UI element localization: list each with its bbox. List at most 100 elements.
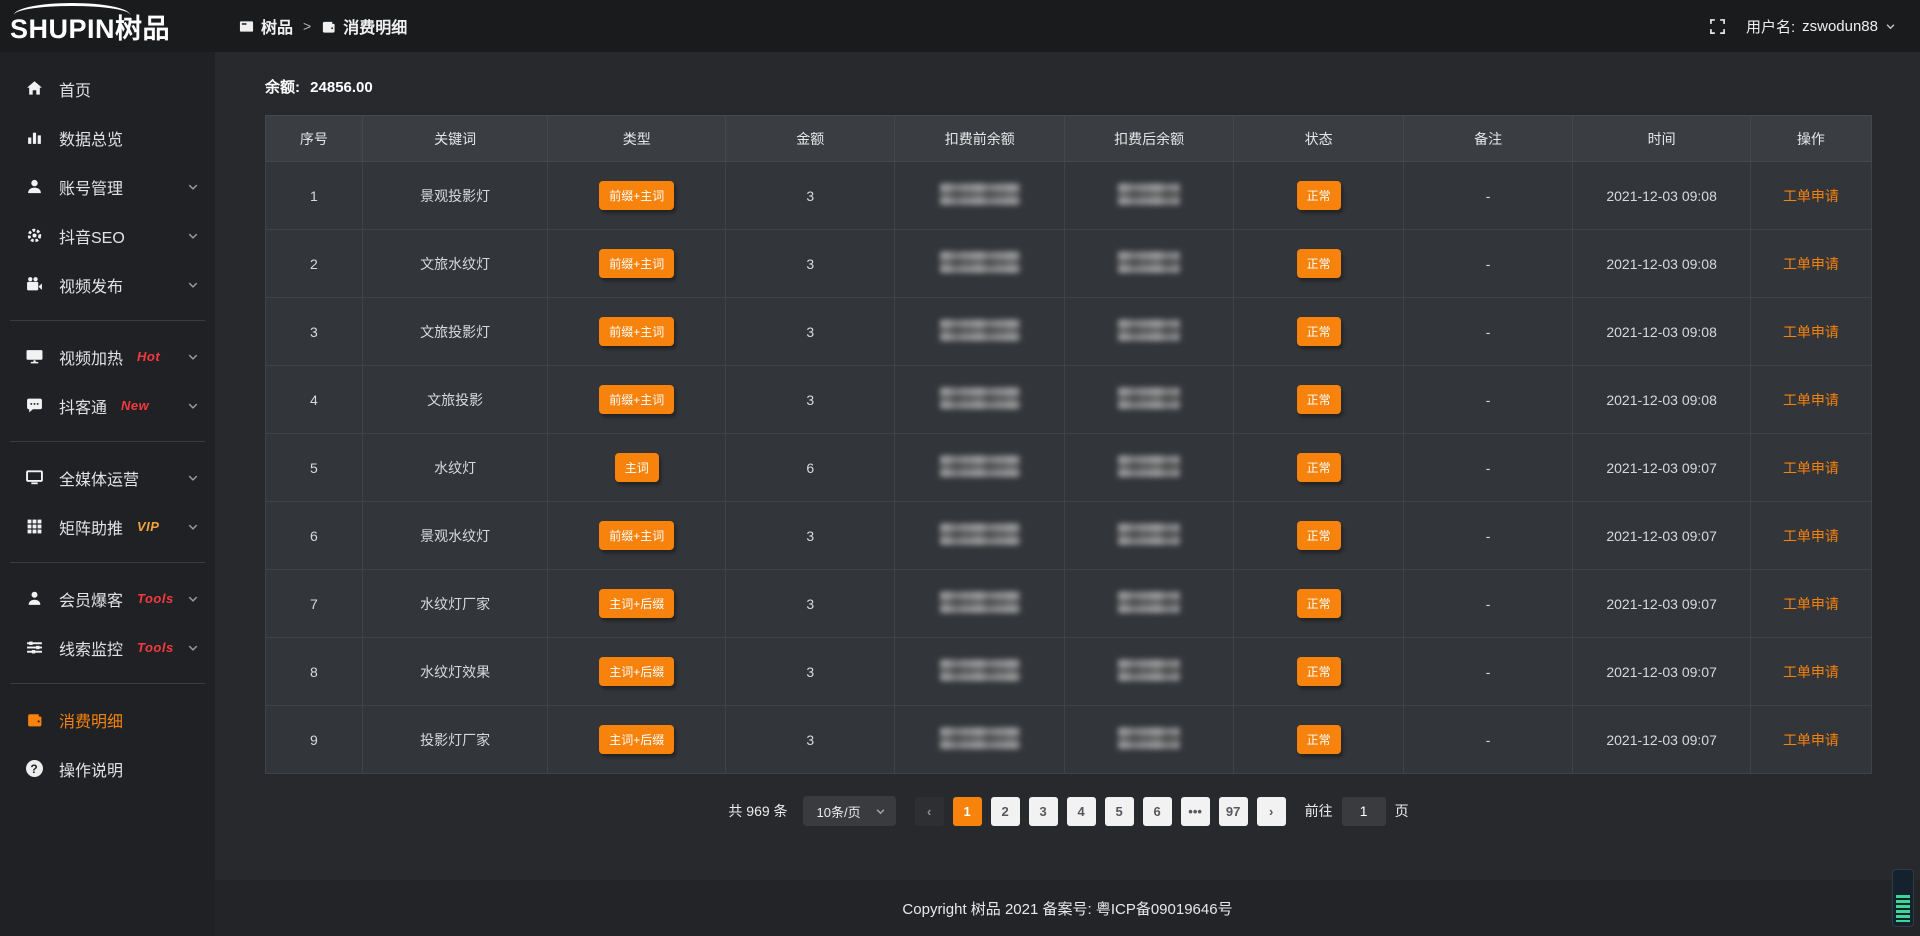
cell-amount: 3 [726, 162, 895, 230]
cell-index: 1 [266, 162, 363, 230]
cell-time: 2021-12-03 09:08 [1573, 162, 1751, 230]
cell-type: 前缀+主词 [548, 230, 726, 298]
work-order-link[interactable]: 工单申请 [1783, 528, 1839, 544]
sidebar-item-label: 矩阵助推 [59, 515, 123, 539]
bar-chart-icon [24, 129, 44, 147]
column-header: 扣费前余额 [895, 116, 1064, 162]
page-button-5[interactable]: 5 [1105, 797, 1134, 826]
sidebar-item-2[interactable]: 账号管理 [0, 162, 215, 211]
breadcrumb-item-home[interactable]: 树品 [239, 14, 293, 38]
sidebar-item-7[interactable]: 全媒体运营 [0, 453, 215, 502]
cell-type: 前缀+主词 [548, 162, 726, 230]
redacted-value [1118, 727, 1180, 749]
cell-balance-after [1064, 298, 1233, 366]
sidebar-item-1[interactable]: 数据总览 [0, 113, 215, 162]
sidebar-menu: 首页 数据总览 账号管理 抖音SEO 视频发布 [0, 52, 215, 793]
sidebar-item-11[interactable]: 消费明细 [0, 695, 215, 744]
user-menu[interactable]: 用户名: zswodun88 [1746, 16, 1896, 37]
cell-remark: - [1403, 434, 1572, 502]
page-button-2[interactable]: 2 [991, 797, 1020, 826]
sidebar-item-6[interactable]: 抖客通 New [0, 381, 215, 430]
goto-suffix: 页 [1395, 801, 1409, 821]
pagination-pages: 123456 ••• 97 [953, 797, 1248, 826]
status-badge: 正常 [1297, 453, 1341, 482]
work-order-link[interactable]: 工单申请 [1783, 324, 1839, 340]
cell-keyword: 水纹灯效果 [362, 638, 548, 706]
sidebar-item-label: 消费明细 [59, 708, 123, 732]
redacted-value [940, 183, 1020, 205]
cell-status: 正常 [1234, 230, 1403, 298]
redacted-value [940, 727, 1020, 749]
type-badge: 主词+后缀 [599, 589, 674, 618]
goto-group: 前往 页 [1305, 797, 1409, 826]
work-order-link[interactable]: 工单申请 [1783, 664, 1839, 680]
column-header: 时间 [1573, 116, 1751, 162]
cell-action: 工单申请 [1750, 502, 1871, 570]
page-size-select[interactable]: 10条/页 [803, 796, 896, 826]
balance-value: 24856.00 [310, 79, 373, 96]
cell-remark: - [1403, 230, 1572, 298]
cell-status: 正常 [1234, 638, 1403, 706]
cell-remark: - [1403, 706, 1572, 774]
question-icon: ? [24, 760, 44, 778]
work-order-link[interactable]: 工单申请 [1783, 256, 1839, 272]
chevron-down-icon [1885, 21, 1896, 32]
work-order-link[interactable]: 工单申请 [1783, 392, 1839, 408]
sidebar-item-8[interactable]: 矩阵助推 VIP [0, 502, 215, 551]
redacted-value [1118, 251, 1180, 273]
cell-amount: 3 [726, 570, 895, 638]
prev-page-button[interactable]: ‹ [915, 797, 944, 826]
pagination: 共 969 条 10条/页 ‹ 123456•••97 › 前往 页 [265, 796, 1872, 826]
goto-page-input[interactable] [1342, 797, 1386, 826]
app-root: SHUPIN树品 首页 数据总览 账号管理 抖音SEO [0, 0, 1920, 936]
cell-index: 5 [266, 434, 363, 502]
chevron-down-icon [187, 351, 199, 363]
sidebar-item-9[interactable]: 会员爆客 Tools [0, 574, 215, 623]
sidebar-item-badge: VIP [137, 519, 159, 534]
next-page-button[interactable]: › [1257, 797, 1286, 826]
cell-status: 正常 [1234, 162, 1403, 230]
page-button-•••[interactable]: ••• [1181, 797, 1210, 826]
work-order-link[interactable]: 工单申请 [1783, 596, 1839, 612]
table-body: 1 景观投影灯 前缀+主词 3 正常 - 2021-12-03 09:08 工单… [266, 162, 1872, 774]
work-order-link[interactable]: 工单申请 [1783, 732, 1839, 748]
sidebar-item-3[interactable]: 抖音SEO [0, 211, 215, 260]
page-button-1[interactable]: 1 [953, 797, 982, 826]
cell-action: 工单申请 [1750, 298, 1871, 366]
column-header: 操作 [1750, 116, 1871, 162]
page-size-value: 10条/页 [817, 802, 861, 821]
breadcrumb-item-current[interactable]: 消费明细 [321, 14, 407, 38]
type-badge: 主词+后缀 [599, 725, 674, 754]
sidebar-item-5[interactable]: 视频加热 Hot [0, 332, 215, 381]
logo: SHUPIN树品 [0, 0, 215, 52]
cell-balance-before [895, 230, 1064, 298]
sidebar-item-0[interactable]: 首页 [0, 64, 215, 113]
page-button-97[interactable]: 97 [1219, 797, 1248, 826]
page-button-4[interactable]: 4 [1067, 797, 1096, 826]
sidebar-item-4[interactable]: 视频发布 [0, 260, 215, 309]
balance-label: 余额: [265, 79, 300, 96]
sidebar-divider [10, 320, 205, 321]
status-badge: 正常 [1297, 589, 1341, 618]
cell-amount: 3 [726, 366, 895, 434]
cell-balance-after [1064, 230, 1233, 298]
status-badge: 正常 [1297, 181, 1341, 210]
work-order-link[interactable]: 工单申请 [1783, 188, 1839, 204]
fullscreen-icon[interactable] [1709, 18, 1726, 35]
sidebar-item-10[interactable]: 线索监控 Tools [0, 623, 215, 672]
status-badge: 正常 [1297, 725, 1341, 754]
cell-amount: 6 [726, 434, 895, 502]
type-badge: 前缀+主词 [599, 385, 674, 414]
sidebar-item-12[interactable]: ? 操作说明 [0, 744, 215, 793]
redacted-value [940, 251, 1020, 273]
redacted-value [1118, 523, 1180, 545]
column-header: 关键词 [362, 116, 548, 162]
sidebar-item-label: 抖音SEO [59, 224, 125, 248]
sidebar-item-badge: New [121, 398, 149, 413]
page-button-3[interactable]: 3 [1029, 797, 1058, 826]
cell-amount: 3 [726, 298, 895, 366]
page-button-6[interactable]: 6 [1143, 797, 1172, 826]
work-order-link[interactable]: 工单申请 [1783, 460, 1839, 476]
cell-type: 前缀+主词 [548, 298, 726, 366]
cell-status: 正常 [1234, 434, 1403, 502]
